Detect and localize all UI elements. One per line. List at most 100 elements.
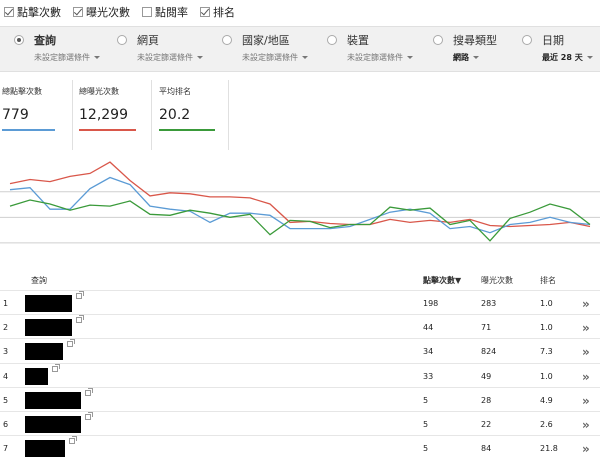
column-header-clicks[interactable]: 點擊次數▼ <box>423 275 461 286</box>
filter-title: 國家/地區 <box>242 34 290 47</box>
position-value: 4.9 <box>540 395 553 405</box>
clicks-value: 44 <box>423 323 434 333</box>
filter-search-type[interactable]: 搜尋類型 網路 <box>433 32 497 63</box>
position-value: 21.8 <box>540 444 558 454</box>
impressions-value: 28 <box>481 395 492 405</box>
table-row[interactable]: 1 198 283 1.0 » <box>0 290 600 314</box>
query-table: 1 198 283 1.0 » 2 44 71 1.0 » 3 34 824 7… <box>0 290 600 459</box>
total-clicks-card: 總點擊次數 779 <box>0 80 73 150</box>
filter-status: 未設定篩選條件 <box>34 53 90 62</box>
radio-button[interactable] <box>117 35 127 45</box>
row-index: 1 <box>3 299 9 308</box>
chevron-down-icon[interactable] <box>473 56 479 59</box>
table-row[interactable]: 3 34 824 7.3 » <box>0 338 600 362</box>
table-row[interactable]: 2 44 71 1.0 » <box>0 314 600 338</box>
summary-cards: 總點擊次數 779 總曝光次數 12,299 平均排名 20.2 <box>0 80 229 150</box>
performance-line-chart <box>0 161 600 244</box>
column-header-position[interactable]: 排名 <box>540 275 556 286</box>
chevron-down-icon[interactable] <box>94 56 100 59</box>
radio-button[interactable] <box>14 35 24 45</box>
chevron-down-icon[interactable] <box>407 56 413 59</box>
clicks-value: 5 <box>423 444 429 454</box>
filter-page[interactable]: 網頁 未設定篩選條件 <box>117 32 203 63</box>
row-expand-chevron-icon[interactable]: » <box>582 442 590 456</box>
filter-status: 未設定篩選條件 <box>347 53 403 62</box>
dimension-filter-bar: 查詢 未設定篩選條件 網頁 未設定篩選條件 國家/地區 未設定篩選條件 裝置 未… <box>0 26 600 72</box>
external-link-icon[interactable] <box>76 291 84 299</box>
row-expand-chevron-icon[interactable]: » <box>582 345 590 359</box>
filter-country[interactable]: 國家/地區 未設定篩選條件 <box>222 32 308 63</box>
chart-grid <box>0 191 600 244</box>
metric-toggle-bar: 點擊次數 曝光次數 點閱率 排名 <box>0 0 600 24</box>
card-label: 總曝光次數 <box>79 87 119 96</box>
checkbox[interactable] <box>200 7 210 17</box>
external-link-icon[interactable] <box>67 339 75 348</box>
chevron-down-icon[interactable] <box>586 56 593 59</box>
filter-status: 最近 28 天 <box>542 53 583 62</box>
clicks-value: 33 <box>423 371 434 381</box>
table-row[interactable]: 6 5 22 2.6 » <box>0 410 600 435</box>
metric-label: 點擊次數 <box>17 6 61 19</box>
clicks-value: 198 <box>423 299 439 308</box>
position-value: 7.3 <box>540 347 553 357</box>
radio-button[interactable] <box>433 35 443 45</box>
row-expand-chevron-icon[interactable]: » <box>582 418 590 432</box>
radio-button[interactable] <box>327 35 337 45</box>
impressions-value: 71 <box>481 323 492 333</box>
row-expand-chevron-icon[interactable]: » <box>582 321 590 335</box>
filter-status: 網路 <box>453 53 469 62</box>
chevron-down-icon[interactable] <box>302 56 308 59</box>
radio-button[interactable] <box>222 35 232 45</box>
metric-label: 排名 <box>213 6 235 19</box>
metric-clicks-toggle[interactable]: 點擊次數 <box>4 4 61 20</box>
filter-device[interactable]: 裝置 未設定篩選條件 <box>327 32 413 63</box>
filter-title: 裝置 <box>347 34 369 47</box>
external-link-icon[interactable] <box>52 363 60 372</box>
filter-title: 網頁 <box>137 34 159 47</box>
table-row[interactable]: 7 5 84 21.8 » <box>0 435 600 459</box>
card-label: 平均排名 <box>159 87 191 96</box>
external-link-icon[interactable] <box>85 411 93 420</box>
impressions-value: 84 <box>481 444 492 454</box>
filter-title: 搜尋類型 <box>453 34 497 47</box>
column-header-impressions[interactable]: 曝光次數 <box>481 275 513 286</box>
redacted-query <box>25 415 81 433</box>
metric-impressions-toggle[interactable]: 曝光次數 <box>73 4 130 20</box>
filter-date[interactable]: 日期 最近 28 天 <box>522 32 593 63</box>
redacted-query <box>25 343 63 361</box>
checkbox[interactable] <box>142 7 152 17</box>
external-link-icon[interactable] <box>76 315 84 324</box>
column-header-query[interactable]: 查詢 <box>31 275 47 286</box>
row-index: 2 <box>3 323 9 333</box>
radio-button[interactable] <box>522 35 532 45</box>
checkbox[interactable] <box>73 7 83 17</box>
row-expand-chevron-icon[interactable]: » <box>582 370 590 384</box>
table-row[interactable]: 5 5 28 4.9 » <box>0 386 600 411</box>
series-color-bar <box>2 129 55 131</box>
card-value: 12,299 <box>79 107 128 123</box>
metric-ctr-toggle[interactable]: 點閱率 <box>142 4 188 20</box>
metric-position-toggle[interactable]: 排名 <box>200 4 235 20</box>
total-impressions-card: 總曝光次數 12,299 <box>73 80 152 150</box>
redacted-query <box>25 391 81 409</box>
row-expand-chevron-icon[interactable]: » <box>582 394 590 408</box>
chart-series-group <box>9 161 591 242</box>
clicks-value: 5 <box>423 419 429 429</box>
series-line-2 <box>9 199 591 242</box>
redacted-query <box>25 319 72 337</box>
external-link-icon[interactable] <box>69 436 77 445</box>
row-expand-chevron-icon[interactable]: » <box>582 297 590 311</box>
average-position-card: 平均排名 20.2 <box>152 80 229 150</box>
position-value: 2.6 <box>540 419 553 429</box>
filter-status: 未設定篩選條件 <box>137 53 193 62</box>
position-value: 1.0 <box>540 371 553 381</box>
table-row[interactable]: 4 33 49 1.0 » <box>0 362 600 387</box>
table-header: 查詢 點擊次數▼ 曝光次數 排名 <box>0 275 600 291</box>
series-color-bar <box>159 129 215 131</box>
filter-query[interactable]: 查詢 未設定篩選條件 <box>14 32 100 63</box>
chevron-down-icon[interactable] <box>197 56 203 59</box>
metric-label: 曝光次數 <box>86 6 130 19</box>
clicks-value: 34 <box>423 347 434 357</box>
checkbox[interactable] <box>4 7 14 17</box>
external-link-icon[interactable] <box>85 387 93 396</box>
